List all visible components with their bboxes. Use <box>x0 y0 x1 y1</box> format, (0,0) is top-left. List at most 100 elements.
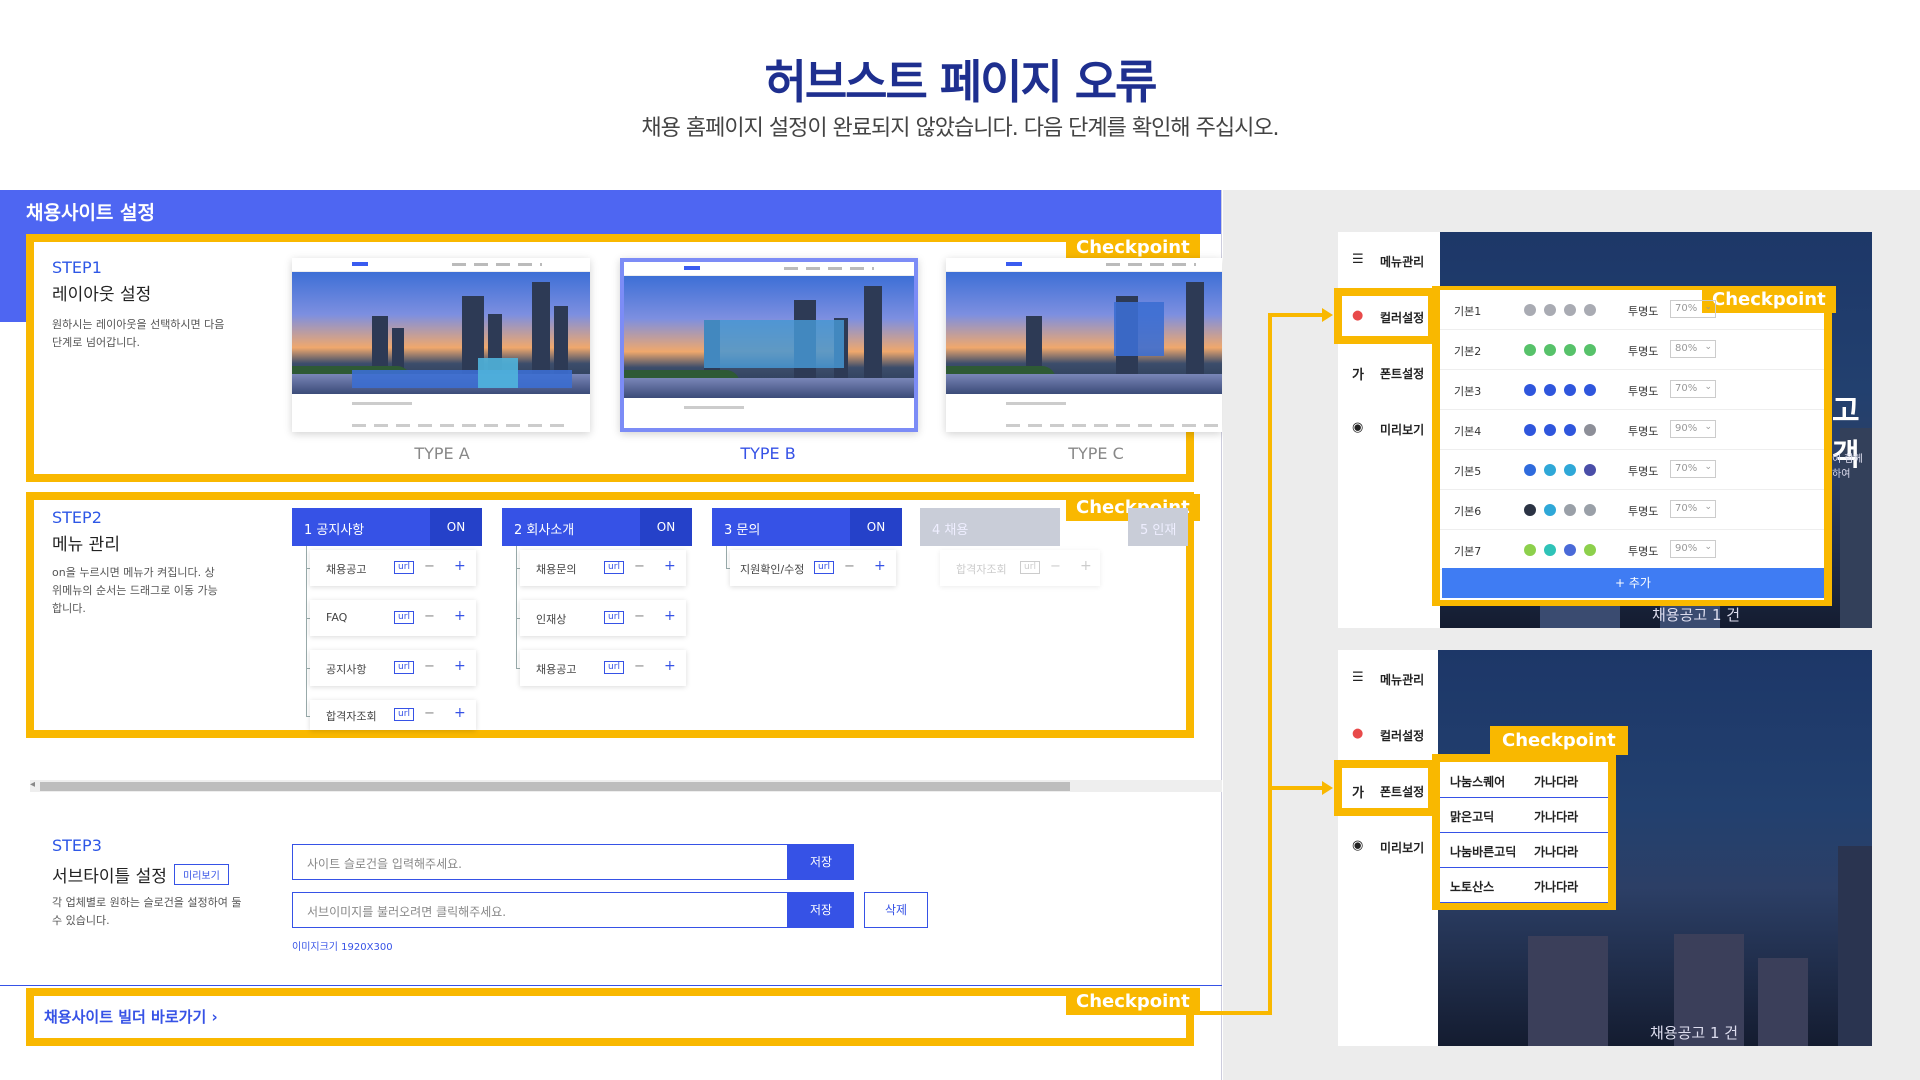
color-swatch[interactable] <box>1564 424 1576 436</box>
color-row[interactable]: 기본1 투명도 70% ⌄ <box>1440 290 1824 330</box>
side-menu-item-menu[interactable]: ☰ 메뉴관리 <box>1338 650 1438 706</box>
add-button[interactable]: + <box>1080 558 1092 574</box>
opacity-select[interactable]: 70% ⌄ <box>1670 300 1716 318</box>
menu-4-header[interactable]: 4 채용 <box>920 508 1060 546</box>
menu-4-item[interactable]: 합격자조회 url − + <box>940 550 1100 586</box>
menu-3-item[interactable]: 지원확인/수정 url − + <box>730 550 896 586</box>
layout-type-b[interactable] <box>620 258 918 432</box>
step3-preview-button[interactable]: 미리보기 <box>174 864 229 885</box>
add-button[interactable]: + <box>664 608 676 624</box>
color-swatch[interactable] <box>1524 424 1536 436</box>
menu-1-item[interactable]: 합격자조회 url − + <box>310 700 476 730</box>
menu-2-item[interactable]: 인재상 url − + <box>520 600 686 636</box>
color-swatch[interactable] <box>1564 544 1576 556</box>
add-button[interactable]: + <box>454 558 466 574</box>
font-row[interactable]: 나눔바른고딕 가나다라 <box>1440 832 1608 868</box>
remove-button[interactable]: − <box>844 559 855 574</box>
layout-type-c[interactable] <box>946 258 1222 432</box>
add-button[interactable]: + <box>874 558 886 574</box>
menu-5-header[interactable]: 5 인재 <box>1128 508 1188 546</box>
side-menu-item-color[interactable]: ● 컬러설정 <box>1338 288 1438 344</box>
menu-2-item[interactable]: 채용문의 url − + <box>520 550 686 586</box>
color-row[interactable]: 기본7 투명도 90% ⌄ <box>1440 530 1824 570</box>
color-swatch[interactable] <box>1524 344 1536 356</box>
add-button[interactable]: + <box>664 658 676 674</box>
scrollbar-thumb[interactable] <box>40 782 1070 791</box>
color-swatch[interactable] <box>1524 384 1536 396</box>
image-delete-button[interactable]: 삭제 <box>864 892 928 928</box>
remove-button[interactable]: − <box>424 706 435 721</box>
color-swatch[interactable] <box>1564 504 1576 516</box>
add-button[interactable]: + <box>454 608 466 624</box>
menu-2-item[interactable]: 채용공고 url − + <box>520 650 686 686</box>
url-badge[interactable]: url <box>394 661 414 674</box>
color-row[interactable]: 기본4 투명도 90% ⌄ <box>1440 410 1824 450</box>
url-badge[interactable]: url <box>604 611 624 624</box>
font-row[interactable]: 노토산스 가나다라 <box>1440 867 1608 903</box>
menu-1-item[interactable]: FAQ url − + <box>310 600 476 636</box>
menu-1-item[interactable]: 공지사항 url − + <box>310 650 476 686</box>
color-swatch[interactable] <box>1584 504 1596 516</box>
url-badge[interactable]: url <box>394 561 414 574</box>
side-menu-item-preview[interactable]: ◉ 미리보기 <box>1338 818 1438 874</box>
menu-3-toggle[interactable]: ON <box>850 508 902 546</box>
url-badge[interactable]: url <box>1020 561 1040 574</box>
side-menu-item-font[interactable]: 가 폰트설정 <box>1338 344 1438 400</box>
slogan-input[interactable]: 사이트 슬로건을 입력해주세요. <box>292 844 788 880</box>
color-swatch[interactable] <box>1584 344 1596 356</box>
color-swatch[interactable] <box>1544 464 1556 476</box>
color-swatch[interactable] <box>1564 304 1576 316</box>
color-swatch[interactable] <box>1524 304 1536 316</box>
layout-type-b-label[interactable]: TYPE B <box>718 444 818 463</box>
opacity-select[interactable]: 70% ⌄ <box>1670 460 1716 478</box>
color-row[interactable]: 기본6 투명도 70% ⌄ <box>1440 490 1824 530</box>
remove-button[interactable]: − <box>424 609 435 624</box>
image-save-button[interactable]: 저장 <box>788 892 854 928</box>
menu-1-item[interactable]: 채용공고 url − + <box>310 550 476 586</box>
url-badge[interactable]: url <box>814 561 834 574</box>
font-row[interactable]: 맑은고딕 가나다라 <box>1440 797 1608 833</box>
color-swatch[interactable] <box>1544 504 1556 516</box>
side-menu-item-font[interactable]: 가 폰트설정 <box>1338 762 1438 818</box>
remove-button[interactable]: − <box>634 559 645 574</box>
color-swatch[interactable] <box>1584 544 1596 556</box>
menu-1-toggle[interactable]: ON <box>430 508 482 546</box>
remove-button[interactable]: − <box>634 609 645 624</box>
font-row[interactable]: 나눔스퀘어 가나다라 <box>1440 762 1608 798</box>
color-swatch[interactable] <box>1584 304 1596 316</box>
builder-link[interactable]: 채용사이트 빌더 바로가기 › <box>44 1006 218 1027</box>
url-badge[interactable]: url <box>394 611 414 624</box>
side-menu-item-color[interactable]: ● 컬러설정 <box>1338 706 1438 762</box>
color-swatch[interactable] <box>1584 424 1596 436</box>
color-swatch[interactable] <box>1544 384 1556 396</box>
color-row[interactable]: 기본5 투명도 70% ⌄ <box>1440 450 1824 490</box>
layout-type-c-label[interactable]: TYPE C <box>1046 444 1146 463</box>
menu-3-header[interactable]: 3 문의 ON <box>712 508 902 546</box>
remove-button[interactable]: − <box>1050 559 1061 574</box>
color-row[interactable]: 기본2 투명도 80% ⌄ <box>1440 330 1824 370</box>
color-swatch[interactable] <box>1524 544 1536 556</box>
menu-2-header[interactable]: 2 회사소개 ON <box>502 508 692 546</box>
remove-button[interactable]: − <box>424 659 435 674</box>
color-swatch[interactable] <box>1564 384 1576 396</box>
scroll-left-icon[interactable]: ◂ <box>30 779 35 790</box>
color-swatch[interactable] <box>1524 504 1536 516</box>
remove-button[interactable]: − <box>424 559 435 574</box>
add-button[interactable]: + <box>454 705 466 721</box>
color-row[interactable]: 기본3 투명도 70% ⌄ <box>1440 370 1824 410</box>
color-swatch[interactable] <box>1544 344 1556 356</box>
opacity-select[interactable]: 90% ⌄ <box>1670 420 1716 438</box>
layout-type-a-label[interactable]: TYPE A <box>392 444 492 463</box>
color-swatch[interactable] <box>1524 464 1536 476</box>
url-badge[interactable]: url <box>604 661 624 674</box>
side-menu-item-preview[interactable]: ◉ 미리보기 <box>1338 400 1438 456</box>
color-swatch[interactable] <box>1564 464 1576 476</box>
menu-2-toggle[interactable]: ON <box>640 508 692 546</box>
opacity-select[interactable]: 70% ⌄ <box>1670 500 1716 518</box>
color-swatch[interactable] <box>1564 344 1576 356</box>
opacity-select[interactable]: 90% ⌄ <box>1670 540 1716 558</box>
color-swatch[interactable] <box>1544 424 1556 436</box>
add-color-button[interactable]: + 추가 <box>1442 568 1824 598</box>
color-swatch[interactable] <box>1544 304 1556 316</box>
add-button[interactable]: + <box>664 558 676 574</box>
